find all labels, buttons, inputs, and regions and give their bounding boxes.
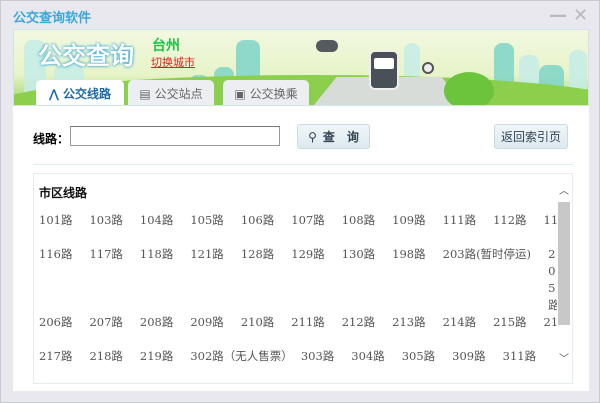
line-link[interactable]: 211路 — [291, 314, 324, 348]
line-link[interactable]: 214路 — [443, 314, 476, 348]
line-link[interactable]: 117路 — [89, 246, 122, 314]
line-link[interactable]: 104路 — [140, 212, 173, 246]
minimize-button[interactable]: — — [549, 5, 567, 26]
bus-icon: ▣ — [234, 86, 246, 101]
line-link[interactable]: 302路 — [525, 382, 558, 383]
station-icon: ▤ — [139, 86, 151, 101]
line-link[interactable]: 210路 — [241, 314, 274, 348]
line-row: 101路 103路 104路 105路 106路 107路 108路 109路 111路 112路… — [39, 212, 572, 246]
line-link[interactable]: 203路(暂时停运) — [443, 246, 531, 314]
line-link[interactable]: 208路 — [140, 314, 173, 348]
line-link[interactable]: 309路 — [452, 348, 485, 382]
scrollbar-thumb[interactable] — [558, 202, 570, 325]
line-link[interactable]: 215路 — [493, 314, 526, 348]
line-link[interactable]: 101路 — [39, 212, 72, 246]
line-link[interactable]: 107路 — [291, 212, 324, 246]
tab-label: 公交换乘 — [249, 87, 298, 101]
line-link[interactable]: 111路 — [443, 212, 476, 246]
line-link[interactable]: 312路 — [39, 382, 72, 383]
line-link[interactable]: 118路 — [140, 246, 173, 314]
line-link[interactable]: 109路 — [392, 212, 425, 246]
route-icon: ⋀ — [48, 86, 60, 101]
line-link[interactable]: 303路双层 — [451, 382, 507, 383]
bus-icon — [369, 50, 399, 90]
back-to-index-button[interactable]: 返回索引页 — [494, 124, 568, 149]
line-link[interactable]: 313路 — [89, 382, 122, 383]
line-link[interactable]: 213路 — [392, 314, 425, 348]
line-row: 312路313路321路326路901路902路910路K303路303路双层3… — [39, 382, 554, 383]
current-city: 台州 — [152, 38, 180, 54]
search-icon: ⚲ — [308, 129, 317, 144]
line-link[interactable]: 305路 — [402, 348, 435, 382]
line-link[interactable]: 128路 — [241, 246, 274, 314]
line-link[interactable]: 304路 — [351, 348, 384, 382]
line-link[interactable]: 311路 — [503, 348, 536, 382]
line-link[interactable]: 901路 — [241, 382, 274, 383]
line-link[interactable]: 219路 — [140, 348, 173, 382]
line-link[interactable]: 130路 — [342, 246, 375, 314]
line-link[interactable]: 198路 — [392, 246, 425, 314]
line-link[interactable]: 207路 — [89, 314, 122, 348]
line-list: 市区线路 101路 103路 104路 105路 106路 107路 108路 109路 111… — [33, 173, 573, 384]
window-title: 公交查询软件 — [13, 11, 92, 26]
content-panel: 线路： ⚲ 查 询 返回索引页 市区线路 101路 103路 104路 105路 106路… — [13, 106, 589, 391]
line-label: 线路： — [33, 132, 70, 146]
line-link[interactable]: 112路 — [493, 212, 526, 246]
scroll-up-icon[interactable]: ︿ — [559, 182, 569, 197]
line-link[interactable]: 108路 — [342, 212, 375, 246]
scrollbar[interactable]: ︿ ﹀ — [557, 174, 572, 383]
banner: 公交查询 台州 切换城市 ⋀ 公交线路 ▤ 公交站点 ▣ 公交换乘 — [13, 29, 589, 106]
close-button[interactable]: ✕ — [573, 5, 588, 26]
divider — [33, 164, 573, 165]
line-link[interactable]: 105路 — [190, 212, 223, 246]
tab-label: 公交线路 — [63, 87, 112, 101]
line-link[interactable]: 303路 — [301, 348, 334, 382]
line-link[interactable]: 217路 — [39, 348, 72, 382]
line-link[interactable]: K303路 — [392, 382, 434, 383]
tab-bus-lines[interactable]: ⋀ 公交线路 — [36, 80, 124, 105]
switch-city-link[interactable]: 切换城市 — [151, 54, 195, 70]
line-link[interactable]: 116路 — [39, 246, 72, 314]
tab-bus-stations[interactable]: ▤ 公交站点 — [128, 80, 214, 105]
tab-label: 公交站点 — [154, 87, 203, 101]
app-logo: 公交查询 — [38, 42, 134, 70]
line-link[interactable]: 129路 — [291, 246, 324, 314]
bush-decoration — [444, 72, 494, 105]
line-input[interactable] — [70, 126, 280, 146]
line-link[interactable]: 103路 — [89, 212, 122, 246]
line-link[interactable]: 212路 — [342, 314, 375, 348]
line-link[interactable]: 106路 — [241, 212, 274, 246]
scroll-down-icon[interactable]: ﹀ — [559, 350, 569, 365]
search-button-label: 查 询 — [322, 130, 359, 144]
line-link[interactable]: 910路 — [342, 382, 375, 383]
cloud-icon — [316, 40, 338, 52]
section-title: 市区线路 — [39, 186, 88, 200]
tab-bus-transfer[interactable]: ▣ 公交换乘 — [223, 80, 309, 105]
search-button[interactable]: ⚲ 查 询 — [297, 124, 370, 149]
line-link[interactable]: 902路 — [291, 382, 324, 383]
line-link[interactable]: 206路 — [39, 314, 72, 348]
line-link[interactable]: 218路 — [89, 348, 122, 382]
line-row: 116路 117路 118路 121路 128路 129路 130路 198路 203路(暂时停… — [39, 246, 560, 314]
line-rows: 101路 103路 104路 105路 106路 107路 108路 109路 111路 112路… — [39, 212, 572, 383]
line-row: 206路 207路 208路 209路 210路 211路 212路 213路 214路 215路… — [39, 314, 572, 348]
bus-stop-sign-icon — [422, 62, 434, 74]
line-link[interactable]: 209路 — [190, 314, 223, 348]
line-link[interactable]: 302路（无人售票） — [190, 348, 292, 382]
line-link[interactable]: 321路 — [140, 382, 173, 383]
line-link[interactable]: 326路 — [190, 382, 223, 383]
line-row: 217路 218路 219路 302路（无人售票） 303路 304路 305路 309路 31… — [39, 348, 554, 382]
line-link[interactable]: 121路 — [190, 246, 223, 314]
